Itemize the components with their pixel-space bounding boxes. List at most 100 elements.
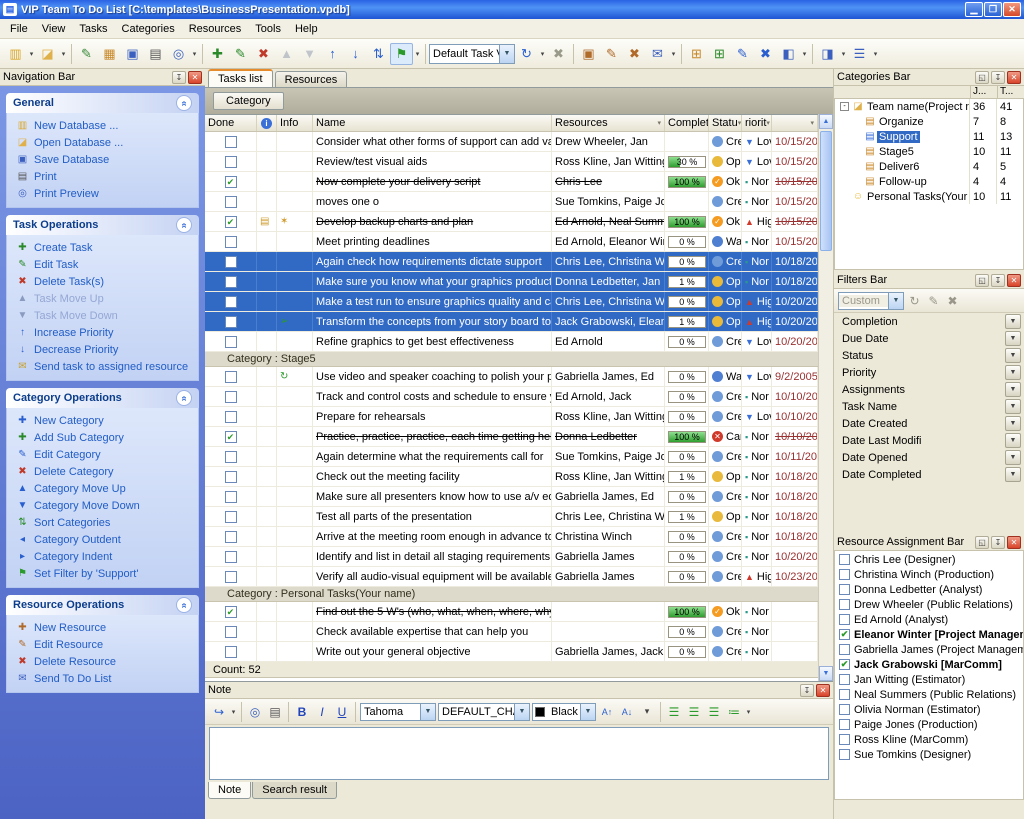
sort-tasks-icon[interactable]: ⇅ [367,43,390,65]
note-tab-search-result[interactable]: Search result [252,782,337,799]
pin-icon[interactable]: ↧ [800,684,814,697]
nav-item-delete-resource[interactable]: ✖Delete Resource [9,653,196,670]
resource-checkbox[interactable] [839,644,850,655]
task-row[interactable]: Refine graphics to get best effectivenes… [205,332,818,352]
nav-item-decrease-priority[interactable]: ↓Decrease Priority [9,341,196,358]
grid-scrollbar[interactable]: ▲ ▼ [818,114,833,681]
nav-item-category-indent[interactable]: ▸Category Indent [9,548,196,565]
pin-icon[interactable]: ↧ [991,71,1005,84]
done-checkbox[interactable] [225,411,237,423]
delete-resource-icon[interactable]: ✖ [623,43,646,65]
nav-item-delete-category[interactable]: ✖Delete Category [9,463,196,480]
column-header-riorit[interactable]: riorit▾ [742,115,772,131]
done-checkbox[interactable] [225,451,237,463]
nav-item-add-sub-category[interactable]: ✚Add Sub Category [9,429,196,446]
resource-checkbox[interactable] [839,674,850,685]
send-resource-icon[interactable]: ✉ [646,43,669,65]
done-checkbox[interactable] [225,316,237,328]
done-checkbox[interactable] [225,276,237,288]
resource-item[interactable]: Jan Witting (Estimator) [835,672,1023,687]
category-tree-row[interactable]: ▤Support1113 [835,129,1023,144]
note-preview-icon[interactable]: ◎ [245,702,265,722]
chevron-down-icon[interactable]: ▾ [669,43,678,65]
bold-icon[interactable]: B [292,702,312,722]
chevron-up-icon[interactable]: « [176,95,192,111]
chevron-down-icon[interactable]: ▾ [871,43,880,65]
group-by-category-button[interactable]: Category [213,92,284,110]
task-row[interactable]: Identify and list in detail all staging … [205,547,818,567]
resource-item[interactable]: Olivia Norman (Estimator) [835,702,1023,717]
nav-item-increase-priority[interactable]: ↑Increase Priority [9,324,196,341]
nav-item-open-database[interactable]: ◪Open Database ... [9,134,196,151]
scroll-thumb[interactable] [820,131,832,251]
chevron-down-icon[interactable]: ▼ [420,704,435,720]
delete-category-icon[interactable]: ✖ [754,43,777,65]
clear-template-icon[interactable]: ✖ [547,43,570,65]
options-icon[interactable]: ☰ [848,43,871,65]
done-checkbox[interactable] [225,236,237,248]
done-checkbox[interactable] [225,391,237,403]
resource-checkbox[interactable] [839,719,850,730]
menu-tools[interactable]: Tools [248,20,288,38]
chevron-down-icon[interactable]: ▼ [1005,450,1021,465]
nav-section-header[interactable]: Category Operations« [6,388,199,408]
resource-checkbox[interactable] [839,599,850,610]
menu-file[interactable]: File [3,20,35,38]
done-checkbox[interactable] [225,156,237,168]
resource-checkbox[interactable] [839,734,850,745]
close-icon[interactable]: ✕ [1007,536,1021,549]
chevron-down-icon[interactable]: ▼ [514,704,529,720]
pin-icon[interactable]: ↧ [991,536,1005,549]
menu-resources[interactable]: Resources [182,20,249,38]
done-checkbox[interactable] [225,646,237,658]
note-tab-note[interactable]: Note [208,782,251,799]
task-row[interactable]: Test all parts of the presentationChris … [205,507,818,527]
task-row[interactable]: Review/test visual aidsRoss Kline, Jan W… [205,152,818,172]
new-database-icon[interactable]: ▥ [4,43,27,65]
note-editor[interactable] [209,727,829,780]
nav-item-category-move-up[interactable]: ▲Category Move Up [9,480,196,497]
nav-item-save-database[interactable]: ▣Save Database [9,151,196,168]
apply-filter-icon[interactable]: ↻ [906,292,923,309]
resource-item[interactable]: Chris Lee (Designer) [835,552,1023,567]
resource-item[interactable]: Ed Arnold (Analyst) [835,612,1023,627]
new-resource-icon[interactable]: ▣ [577,43,600,65]
nav-item-print[interactable]: ▤Print [9,168,196,185]
task-row[interactable]: Meet printing deadlinesEd Arnold, Eleano… [205,232,818,252]
category-tree-row[interactable]: ▤Deliver645 [835,159,1023,174]
edit-filter-icon[interactable]: ✎ [925,292,942,309]
chevron-up-icon[interactable]: « [176,597,192,613]
column-header-Complete[interactable]: Complete▾ [665,115,709,131]
add-sub-category-icon[interactable]: ⊞ [708,43,731,65]
done-checkbox[interactable] [225,256,237,268]
more-fonts-icon[interactable]: ▾ [637,702,657,722]
chevron-down-icon[interactable]: ▼ [1005,348,1021,363]
nav-item-new-resource[interactable]: ✚New Resource [9,619,196,636]
resource-checkbox[interactable] [839,689,850,700]
task-row[interactable]: Consider what other forms of support can… [205,132,818,152]
restore-icon[interactable]: ◱ [975,274,989,287]
task-row[interactable]: Again determine what the requirements ca… [205,447,818,467]
nav-item-delete-task-s[interactable]: ✖Delete Task(s) [9,273,196,290]
resource-item[interactable]: Gabriella James (Project Management) [835,642,1023,657]
done-checkbox[interactable] [225,491,237,503]
task-row[interactable]: Make sure you know what your graphics pr… [205,272,818,292]
print-preview-icon[interactable]: ◎ [167,43,190,65]
nav-item-edit-resource[interactable]: ✎Edit Resource [9,636,196,653]
underline-icon[interactable]: U [332,702,352,722]
chevron-down-icon[interactable]: ▼ [1005,331,1021,346]
done-checkbox[interactable] [225,336,237,348]
task-row[interactable]: Make a test run to ensure graphics quali… [205,292,818,312]
resource-checkbox[interactable]: ✔ [839,629,850,640]
nav-section-header[interactable]: Resource Operations« [6,595,199,615]
nav-item-print-preview[interactable]: ◎Print Preview [9,185,196,202]
close-icon[interactable]: ✕ [1007,274,1021,287]
done-checkbox[interactable]: ✔ [225,216,237,228]
note-font-combo[interactable]: Tahoma▼ [360,703,436,721]
resource-checkbox[interactable] [839,554,850,565]
align-center-icon[interactable]: ☰ [684,702,704,722]
nav-item-category-move-down[interactable]: ▼Category Move Down [9,497,196,514]
close-button[interactable]: ✕ [1003,2,1021,17]
shrink-font-icon[interactable]: A↓ [617,702,637,722]
chevron-down-icon[interactable]: ▼ [1005,365,1021,380]
